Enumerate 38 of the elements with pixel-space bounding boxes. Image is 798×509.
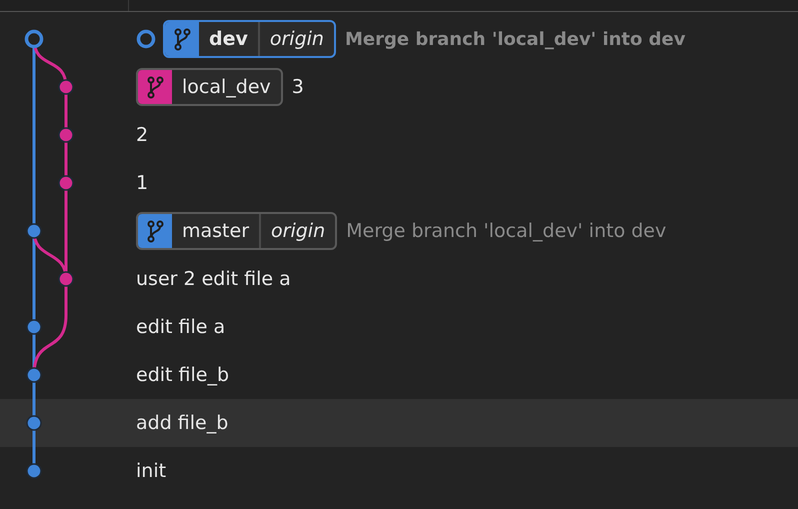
commit-row[interactable]: 1 <box>0 159 798 207</box>
commit-message: add file_b <box>136 412 228 434</box>
commit-node[interactable] <box>26 223 42 239</box>
commit-row[interactable]: dev origin Merge branch 'local_dev' into dev <box>0 15 798 63</box>
commit-node[interactable] <box>58 271 74 287</box>
commit-row[interactable]: init <box>0 447 798 495</box>
commit-node[interactable] <box>24 30 44 48</box>
commit-message: Merge branch 'local_dev' into dev <box>344 28 686 50</box>
commit-message: Merge branch 'local_dev' into dev <box>346 220 666 242</box>
commit-node[interactable] <box>26 367 42 383</box>
commit-node[interactable] <box>26 463 42 479</box>
commit-message: 1 <box>136 172 148 194</box>
commit-node[interactable] <box>58 79 74 95</box>
commit-row[interactable]: edit file a <box>0 303 798 351</box>
commit-message: user 2 edit file a <box>136 268 291 290</box>
commit-row[interactable]: add file_b <box>0 399 798 447</box>
commit-message: 3 <box>292 76 304 98</box>
branch-name: local_dev <box>181 75 272 100</box>
commit-row[interactable]: local_dev 3 <box>0 63 798 111</box>
commit-message: edit file a <box>136 316 226 338</box>
branch-name: dev <box>208 27 249 52</box>
commit-row[interactable]: edit file_b <box>0 351 798 399</box>
commit-row[interactable]: 2 <box>0 111 798 159</box>
commit-message: 2 <box>136 124 148 146</box>
commit-row[interactable]: user 2 edit file a <box>0 255 798 303</box>
commit-message: init <box>136 460 166 482</box>
branch-tag[interactable]: master origin <box>136 212 338 250</box>
commit-row[interactable]: master origin Merge branch 'local_dev' into dev <box>0 207 798 255</box>
commit-message: edit file_b <box>136 364 230 386</box>
branch-name: master <box>181 219 250 244</box>
commit-node[interactable] <box>58 127 74 143</box>
branch-tag[interactable]: local_dev <box>136 68 283 106</box>
remote-name: origin <box>259 214 336 248</box>
commit-node[interactable] <box>26 415 42 431</box>
commit-node[interactable] <box>58 175 74 191</box>
commit-node[interactable] <box>26 319 42 335</box>
remote-name: origin <box>258 22 334 56</box>
branch-tag[interactable]: dev origin <box>163 20 336 58</box>
